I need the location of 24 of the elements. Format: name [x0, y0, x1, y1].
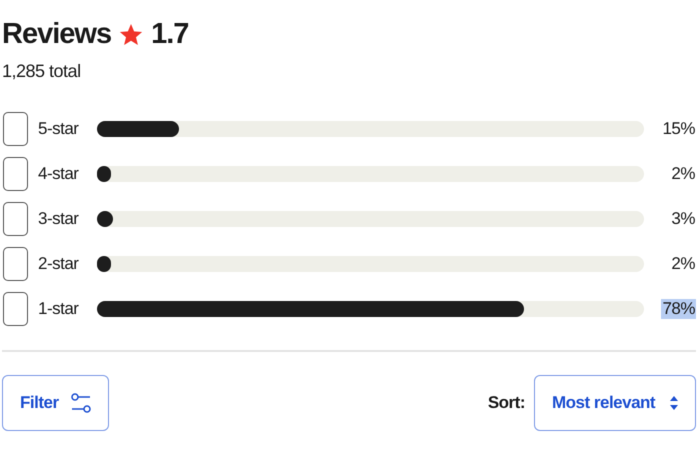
rating-label: 2-star [38, 254, 80, 274]
rating-percent: 2% [670, 164, 696, 184]
rating-percent: 15% [661, 119, 696, 139]
rating-checkbox[interactable] [3, 292, 28, 326]
star-icon [119, 22, 144, 46]
sort-dropdown[interactable]: Most relevant [534, 375, 696, 431]
sliders-icon [70, 392, 91, 414]
rating-label: 4-star [38, 164, 80, 184]
filter-button[interactable]: Filter [2, 375, 109, 431]
average-rating: 1.7 [151, 18, 188, 51]
rating-checkbox[interactable] [3, 247, 28, 281]
rating-label: 5-star [38, 119, 80, 139]
reviews-title: Reviews [2, 18, 112, 51]
sort-icon [670, 396, 678, 410]
rating-label: 3-star [38, 209, 80, 229]
rating-label: 1-star [38, 299, 80, 319]
rating-percent: 3% [670, 209, 696, 229]
rating-checkbox[interactable] [3, 112, 28, 146]
rating-checkbox[interactable] [3, 157, 28, 191]
rating-percent: 2% [670, 254, 696, 274]
total-reviews: 1,285 total [2, 61, 82, 82]
rating-percent: 78% [661, 299, 696, 319]
rating-checkbox[interactable] [3, 202, 28, 236]
sort-label: Sort: [488, 393, 525, 413]
